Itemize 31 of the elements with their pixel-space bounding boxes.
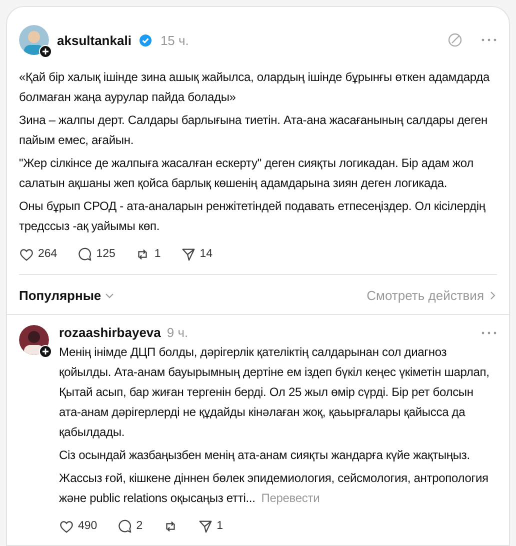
post-paragraph: Зина – жалпы дерт. Салдары барлығына тиетін. Ата-ана жасағанының салдары деген пайым емес, ағайын. [19, 112, 489, 149]
like-button[interactable]: 264 [19, 246, 58, 262]
reply-paragraph: Сіз осындай жазбаңызбен менің ата-анам сияқты жандарға күйе жақтыңыз. [59, 447, 471, 464]
like-button[interactable]: 490 [59, 518, 98, 534]
comment-button[interactable]: 125 [77, 246, 116, 262]
speech-bubble-icon [117, 518, 132, 534]
follow-plus-icon[interactable] [39, 345, 52, 358]
sort-dropdown[interactable]: Популярные [19, 288, 114, 303]
author-name[interactable]: aksultankali [57, 32, 132, 48]
chevron-right-icon [488, 291, 497, 300]
post-paragraph: «Қай бір халық ішінде зина ашық жайылса, олардың ішінде бұрынғы өткен адамдарда болмаған жаңа аурулар пайда болады» [19, 69, 491, 106]
heart-icon [59, 518, 74, 534]
chevron-down-icon [105, 291, 114, 300]
post-paragraph: "Жер сілкінсе де жалпыға жасалған ескерту" деген сияқты логикадан. Бір адам жол салатын ақшаны жеп қойса барлық көшенің адамдарына зиян деген логикада. [19, 155, 475, 192]
reply-paragraph: Менің інімде ДЦП болды, дәрігерлік қателіктің салдарынан сол диагноз қойылды. Ата-анам бауырымның дертіне ем іздеп бүкіл кеңес үкіметін шарлап, Қытай асып, бар жиған тергенін берді. Ол 25 жыл өмір сүрді. Бір рет болсын ата-анам дәрігерлерді не құдайды кінәлаған жоқ, қаьырғалары қайысса да қабылдады. [59, 344, 490, 441]
speech-bubble-icon [77, 246, 92, 262]
paper-plane-icon [198, 518, 213, 534]
share-button[interactable]: 1 [198, 518, 223, 534]
more-icon[interactable] [481, 330, 497, 334]
heart-icon [19, 246, 34, 262]
post-time: 15 ч. [160, 32, 189, 48]
more-icon[interactable] [481, 38, 497, 42]
paper-plane-icon [180, 246, 196, 262]
follow-plus-icon[interactable] [39, 45, 52, 58]
post-paragraph: Оны бұрып СРОД - ата-аналарын ренжітетіндей подавать етпесеңіздер. Ол кісілердің тредссыз -ақ уайымы көп. [19, 198, 486, 235]
author-name[interactable]: rozaashirbayeva [59, 325, 161, 340]
reply-time: 9 ч. [166, 325, 188, 340]
repost-button[interactable]: 1 [135, 246, 161, 262]
reply-paragraph: Жассыз ғой, кішкене діннен бөлек эпидемиология, сейсмология, антропология және public relations оқысаңыз етті... Перевести [59, 470, 490, 507]
share-button[interactable]: 14 [180, 246, 213, 262]
comment-button[interactable]: 2 [117, 518, 143, 534]
